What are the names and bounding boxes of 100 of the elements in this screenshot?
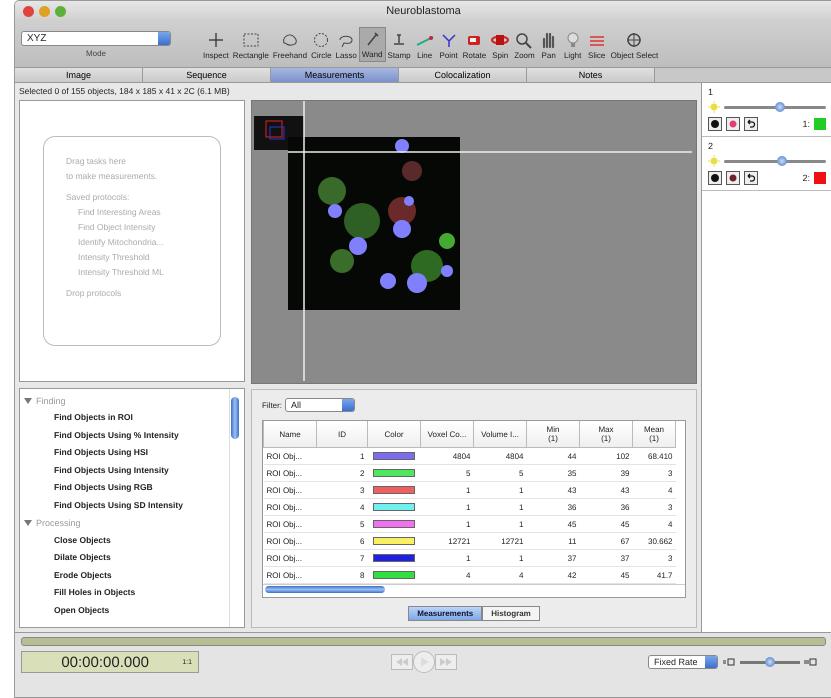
window-title: Neuroblastoma [385,5,462,17]
dot-button[interactable] [708,171,722,185]
column-header[interactable]: ID [316,421,368,448]
reset-button[interactable] [744,171,758,185]
tool-button[interactable]: Freehand [270,28,310,62]
scrollbar-thumb[interactable] [231,397,239,439]
table-cell: 37 [526,550,580,566]
task-item[interactable]: Find Objects Using HSI [24,444,225,462]
close-button[interactable] [23,6,34,16]
tool-button[interactable]: Object Select [608,28,660,62]
filter-label: Filter: [262,400,282,410]
tool-button[interactable]: Slice [584,28,609,62]
reset-button[interactable] [744,117,758,131]
column-header[interactable]: Volume I... [474,421,526,448]
drop-zone-text: Find Object Intensity [77,221,156,234]
tab[interactable]: Image [15,68,143,82]
tool-button[interactable]: Stamp [386,28,413,62]
task-item[interactable]: Erode Objects [24,566,225,584]
channel-color-swatch[interactable] [814,172,826,184]
table-cell: 45 [526,516,580,532]
table-cell: 1 [474,550,526,566]
tab[interactable]: Notes [527,68,655,82]
slider-thumb[interactable] [777,156,788,166]
table-cell: 1 [420,482,474,498]
task-item[interactable]: Find Objects Using SD Intensity [24,496,225,515]
drop-zone-text: Intensity Threshold [77,251,151,264]
table-cell: 37 [580,550,632,566]
table-cell: 44 [526,448,580,464]
rewind-icon [396,658,408,666]
table-cell: 8 [316,566,368,584]
tool-button[interactable]: Wand [358,26,386,62]
table-cell: 11 [526,532,580,550]
dot-icon [728,119,738,129]
table-cell: ROI Obj... [264,532,316,550]
channel-dot-button[interactable] [726,117,740,131]
tool-button[interactable]: Lasso [334,28,359,62]
channel-color-swatch[interactable] [814,118,826,130]
rate-dropdown[interactable]: Fixed Rate [648,655,718,669]
tab[interactable]: Measurements [271,68,399,82]
column-header[interactable]: Color [368,421,420,448]
task-item[interactable]: Find Objects Using % Intensity [24,426,225,444]
tool-button[interactable]: Rectangle [230,28,271,62]
column-header[interactable]: Max (1) [580,421,632,448]
table-cell: 4 [632,516,676,532]
dot-button[interactable] [708,117,722,131]
channel-dot-button[interactable] [726,171,740,185]
task-item[interactable]: Open Objects [24,602,225,620]
slider-thumb[interactable] [775,102,786,112]
tab[interactable]: Sequence [143,68,271,82]
task-item[interactable]: Dilate Objects [24,549,225,567]
tool-button[interactable]: Spin [488,28,512,62]
table-cell: 5 [316,516,368,532]
status-text: Selected 0 of 155 objects, 184 x 185 x 41 x 2C (6.1 MB) [19,86,231,98]
slider-thumb[interactable] [765,656,775,666]
table-cell: 5 [474,464,526,482]
table-cell: ROI Obj... [264,566,316,584]
zoom-button[interactable] [55,6,66,16]
channel-key: 2: [802,173,810,183]
tool-button[interactable]: Point [436,28,461,62]
tool-button[interactable]: Inspect [201,28,231,62]
task-item[interactable]: Fill Holes in Objects [24,584,225,602]
column-header[interactable]: Mean (1) [632,421,676,448]
tab[interactable]: Colocalization [399,68,527,82]
column-header[interactable]: Name [264,421,316,448]
task-item[interactable]: Find Objects Using Intensity [24,462,225,480]
tool-button[interactable]: Rotate [460,28,488,62]
magnifier-icon [514,30,534,48]
scrollbar-thumb[interactable] [265,586,385,593]
timecode: 00:00:00.000 [60,654,150,670]
drop-zone-text: Identify Mitochondria... [77,236,165,249]
minimize-button[interactable] [39,6,50,16]
view-toggle-button[interactable]: Histogram [482,606,540,621]
table-cell: 3 [632,464,676,482]
table-cell: 3 [632,498,676,516]
channel-key: 1: [802,119,810,129]
task-item[interactable]: Close Objects [24,532,225,550]
tool-button[interactable]: Zoom [512,28,537,62]
table-cell: 43 [580,482,632,498]
table-cell: 30.662 [632,532,676,550]
tool-button[interactable]: Line [412,28,437,62]
timeline-bar[interactable] [21,637,826,646]
tool-button[interactable]: Pan [536,28,561,62]
task-item[interactable]: Find Objects Using RGB [24,479,225,497]
filter-dropdown[interactable]: All [285,398,355,412]
column-header[interactable]: Voxel Co... [420,421,474,448]
table-cell: 67 [580,532,632,550]
tool-button[interactable]: Light [560,28,585,62]
drop-zone-text: Find Interesting Areas [77,206,162,219]
table-cell: ROI Obj... [264,482,316,498]
view-toggle-button[interactable]: Measurements [408,606,482,621]
column-header[interactable]: Min (1) [526,421,580,448]
tool-button[interactable]: Circle [309,28,334,62]
table-cell: 7 [316,550,368,566]
task-item[interactable]: Find Objects in ROI [24,409,225,427]
mode-dropdown[interactable]: XYZ [21,30,171,46]
table-cell: 3 [316,482,368,498]
undo-arrow-icon [746,173,756,183]
slow-icon [722,658,736,666]
table-cell: 4804 [474,448,526,464]
table-cell: 1 [420,498,474,516]
